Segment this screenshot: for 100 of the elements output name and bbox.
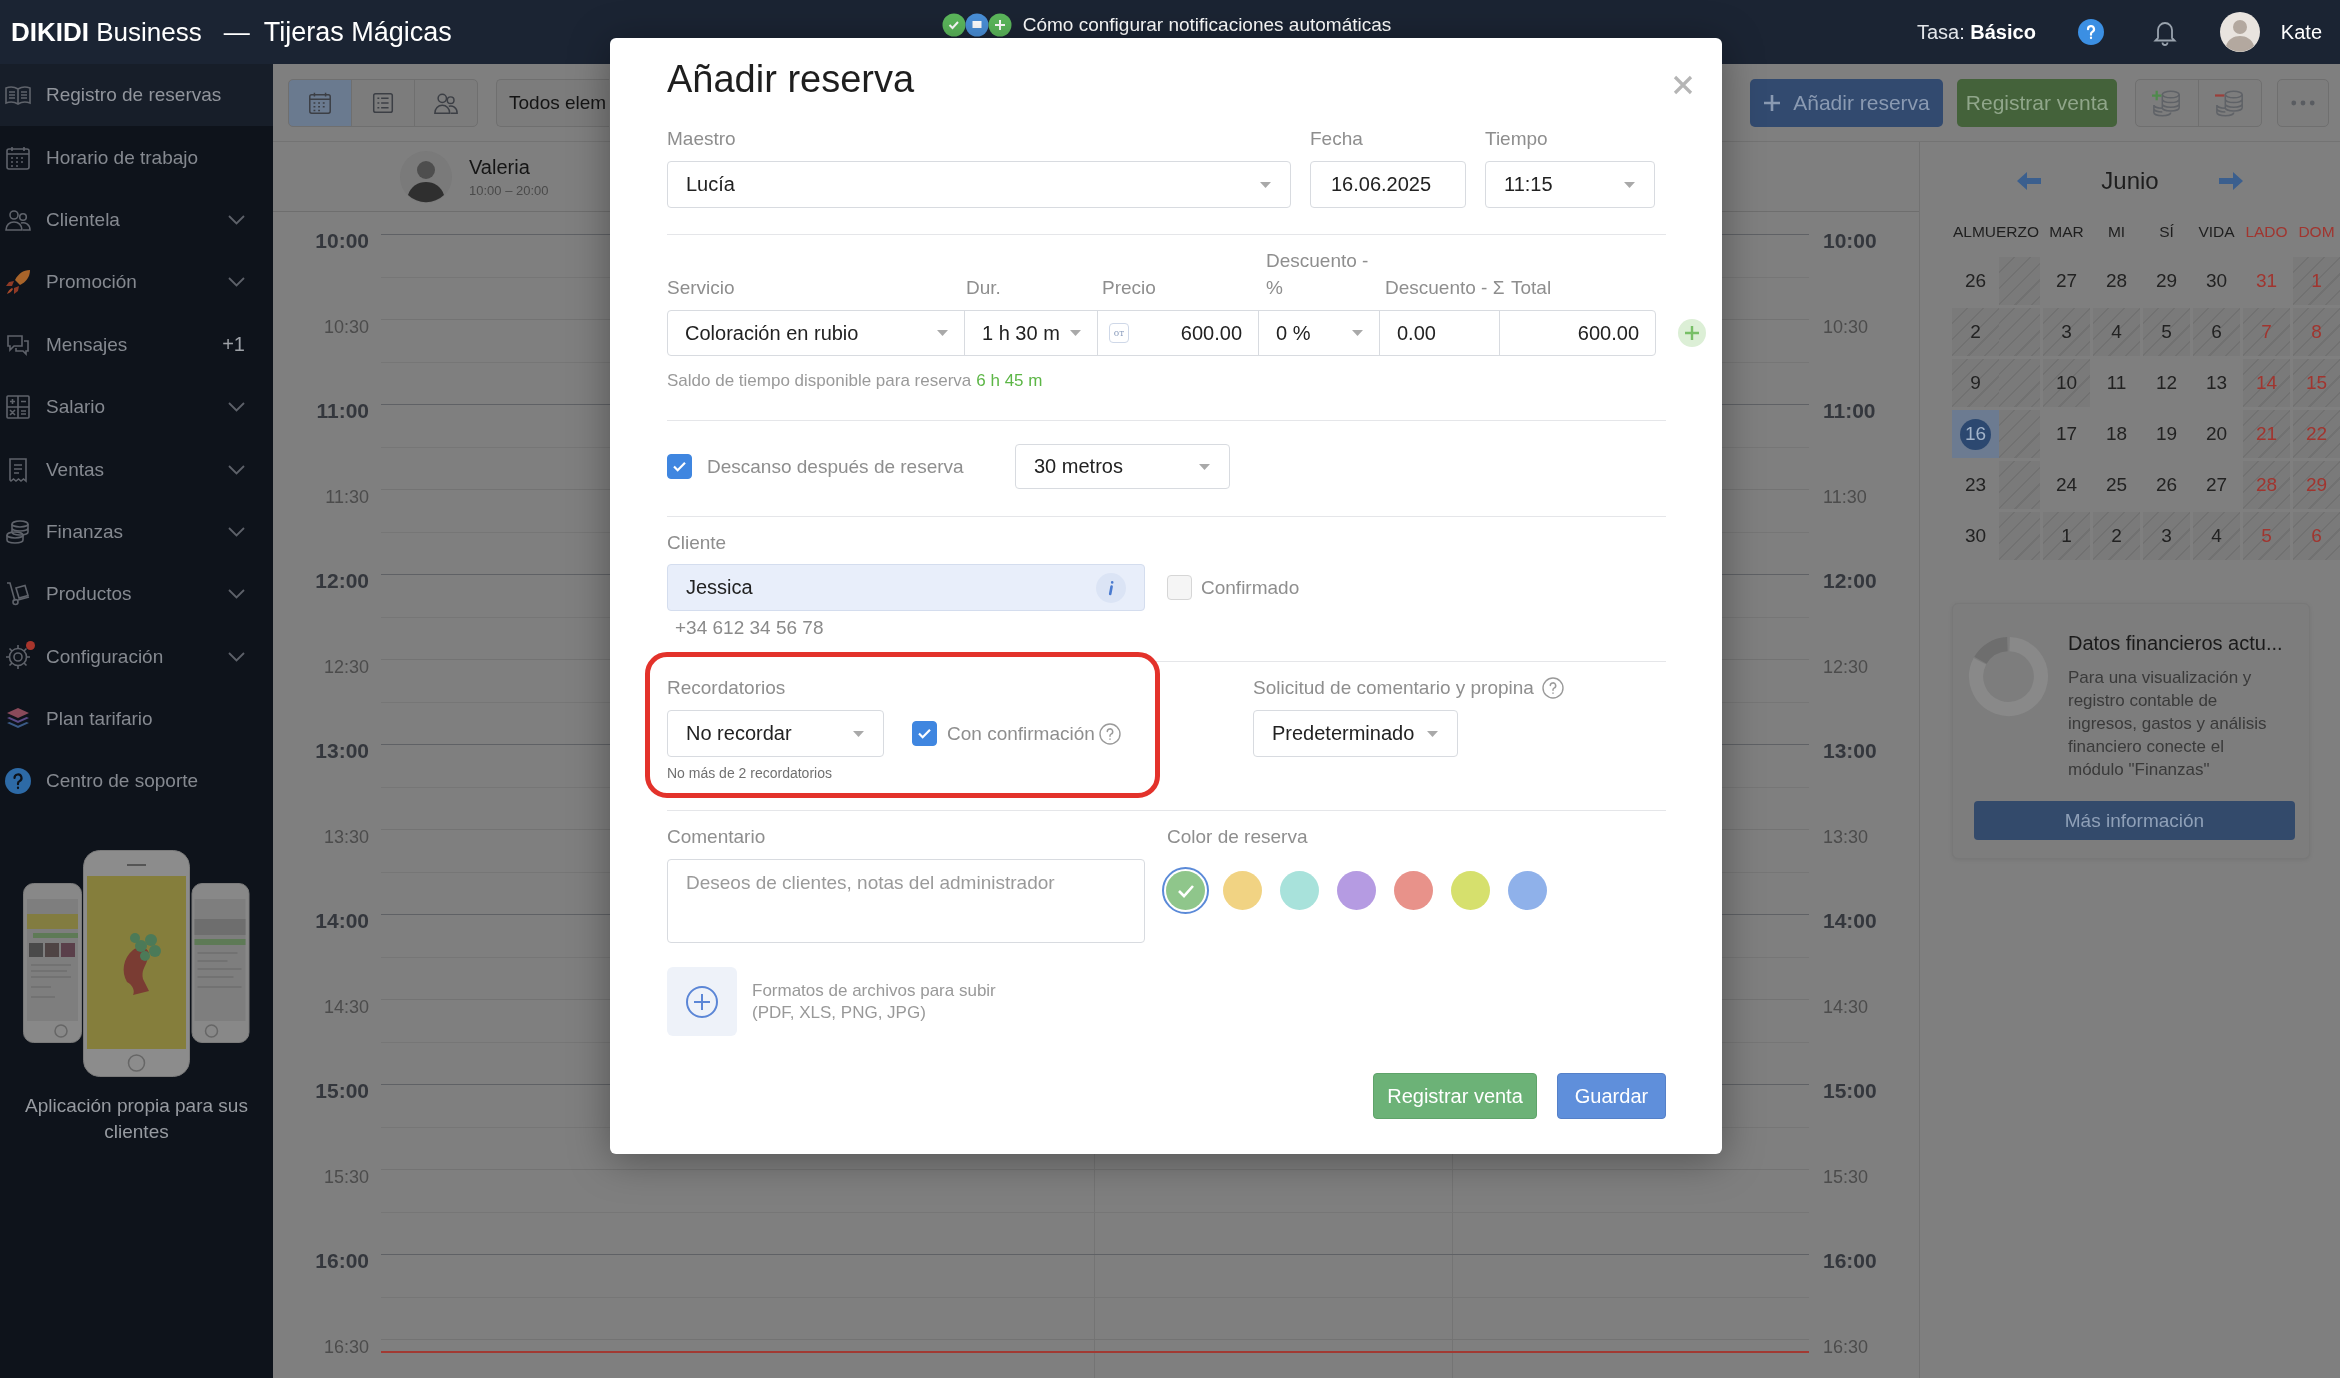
income-button[interactable] xyxy=(2135,78,2199,127)
calendar-day[interactable]: 9 xyxy=(1952,359,1999,407)
arrow-left-icon[interactable] xyxy=(2017,171,2042,191)
calendar-day[interactable]: 4 xyxy=(2193,512,2240,560)
time-label: 13:00 xyxy=(1823,739,1877,763)
date-field[interactable]: 16.06.2025 xyxy=(1310,161,1466,208)
calendar-day[interactable]: 4 xyxy=(2093,308,2140,356)
sidebar-item[interactable]: Registro de reservas xyxy=(0,64,273,127)
time-label: 12:00 xyxy=(315,569,369,593)
avatar-icon[interactable] xyxy=(2219,12,2260,52)
help-icon[interactable] xyxy=(2077,19,2104,45)
calendar-day[interactable]: 20 xyxy=(2193,410,2240,458)
plus-icon[interactable] xyxy=(1678,319,1706,347)
master-select[interactable]: Lucía xyxy=(667,161,1291,208)
sidebar-item[interactable]: Mensajes +1 xyxy=(0,313,273,376)
time-label: 16:00 xyxy=(1823,1249,1877,1273)
card-title: Datos financieros actu... xyxy=(2068,631,2283,656)
register-sale-button[interactable]: Registrar venta xyxy=(1373,1073,1537,1119)
calendar-day[interactable]: 27 xyxy=(2193,461,2240,509)
expense-button[interactable] xyxy=(2198,78,2262,127)
field-label: Maestro xyxy=(667,127,737,151)
calendar-day[interactable]: 17 xyxy=(2043,410,2090,458)
view-tab[interactable] xyxy=(351,78,415,127)
time-label: 10:00 xyxy=(315,229,369,253)
calendar-day[interactable]: 30 xyxy=(1952,512,1999,560)
caret-icon xyxy=(853,730,864,737)
app-title: DIKIDI Business xyxy=(11,16,202,48)
arrow-right-icon[interactable] xyxy=(2218,171,2243,191)
sidebar-item[interactable]: Ventas xyxy=(0,438,273,501)
feedback-select[interactable]: Predeterminado xyxy=(1253,710,1458,757)
upload-button[interactable] xyxy=(667,967,737,1036)
field-label: Recordatorios xyxy=(667,676,787,700)
sidebar-item[interactable]: Clientela xyxy=(0,188,273,252)
info-icon[interactable] xyxy=(1096,572,1126,603)
sidebar-item[interactable]: Centro de soporte xyxy=(0,750,273,813)
calendar-day[interactable]: 24 xyxy=(2043,461,2090,509)
plus-icon xyxy=(1763,93,1782,112)
month-title: Junio xyxy=(2101,167,2159,195)
calendar-day[interactable]: 29 xyxy=(2143,257,2190,305)
user-name[interactable]: Kate xyxy=(2280,20,2322,44)
sidebar-item[interactable]: Promoción xyxy=(0,251,273,314)
calendar-day[interactable]: 28 xyxy=(2093,257,2140,305)
field-label: Tiempo xyxy=(1485,127,1549,151)
color-swatch[interactable] xyxy=(1162,867,1209,914)
view-tab[interactable] xyxy=(288,78,352,127)
sidebar-item[interactable]: Plan tarifario xyxy=(0,687,273,751)
sidebar-item[interactable]: Horario de trabajo xyxy=(0,126,273,189)
avatar-icon xyxy=(400,150,452,203)
weekday-label: DOM xyxy=(2298,222,2335,242)
more-button[interactable] xyxy=(2277,78,2329,127)
column-label: Descuento - % xyxy=(1266,249,1370,300)
calendar-day[interactable]: 3 xyxy=(2043,308,2090,356)
sidebar-item[interactable]: Salario xyxy=(0,375,273,439)
save-button[interactable]: Guardar xyxy=(1557,1073,1666,1119)
break-duration-select[interactable]: 30 metros xyxy=(1015,444,1230,489)
column-label: Servicio xyxy=(667,276,735,300)
calendar-day[interactable]: 16 xyxy=(1952,410,1999,458)
more-info-button[interactable]: Más información xyxy=(1974,801,2295,840)
comment-field[interactable]: Deseos de clientes, notas del administrador xyxy=(667,859,1145,943)
calendar-day[interactable]: 1 xyxy=(2043,512,2090,560)
upload-formats: (PDF, XLS, PNG, JPG) xyxy=(752,1001,927,1024)
register-sale-button[interactable]: Registrar venta xyxy=(1957,78,2117,127)
calendar-day[interactable]: 2 xyxy=(1952,308,1999,356)
checkbox[interactable] xyxy=(912,721,937,746)
sidebar-item[interactable]: Configuración xyxy=(0,625,273,688)
client-field[interactable]: Jessica xyxy=(667,564,1145,611)
view-tab[interactable] xyxy=(414,78,478,127)
rocket-icon xyxy=(4,268,32,297)
calendar-day[interactable]: 30 xyxy=(2193,257,2240,305)
column-label: Precio xyxy=(1102,276,1156,300)
calendar-day[interactable]: 18 xyxy=(2093,410,2140,458)
calendar-day[interactable]: 12 xyxy=(2143,359,2190,407)
calendar-day[interactable]: 23 xyxy=(1952,461,1999,509)
check-icon xyxy=(672,461,687,472)
calendar-day[interactable]: 26 xyxy=(2143,461,2190,509)
add-booking-button[interactable]: Añadir reserva xyxy=(1750,78,1943,127)
reminder-select[interactable]: No recordar xyxy=(667,710,884,757)
filter-dropdown[interactable]: Todos elem xyxy=(496,78,609,127)
calendar-day[interactable]: 27 xyxy=(2043,257,2090,305)
column-label: Descuento - Σ xyxy=(1385,276,1505,300)
calendar-day[interactable]: 3 xyxy=(2143,512,2190,560)
close-icon[interactable] xyxy=(1672,74,1694,96)
calendar-day[interactable]: 26 xyxy=(1952,257,1999,305)
calendar-day[interactable]: 10 xyxy=(2043,359,2090,407)
calendar-day[interactable]: 5 xyxy=(2143,308,2190,356)
calendar-day[interactable]: 19 xyxy=(2143,410,2190,458)
calendar-day[interactable]: 13 xyxy=(2193,359,2240,407)
banner-link[interactable]: Cómo configurar notificaciones automáticas xyxy=(1022,13,1392,37)
calendar-day[interactable]: 2 xyxy=(2093,512,2140,560)
checkbox[interactable] xyxy=(667,454,692,479)
calendar-day[interactable]: 11 xyxy=(2093,359,2140,407)
promo-text: Aplicación propia para sus clientes xyxy=(24,1093,249,1144)
sidebar-item[interactable]: Finanzas xyxy=(0,500,273,564)
checkbox-label: Descanso después de reserva xyxy=(707,455,964,478)
calendar-day[interactable]: 25 xyxy=(2093,461,2140,509)
field-label: Cliente xyxy=(667,531,728,555)
column-label: Dur. xyxy=(966,276,1001,300)
calendar-day[interactable]: 6 xyxy=(2193,308,2240,356)
sidebar-item[interactable]: Productos xyxy=(0,563,273,626)
time-select[interactable]: 11:15 xyxy=(1485,161,1655,208)
